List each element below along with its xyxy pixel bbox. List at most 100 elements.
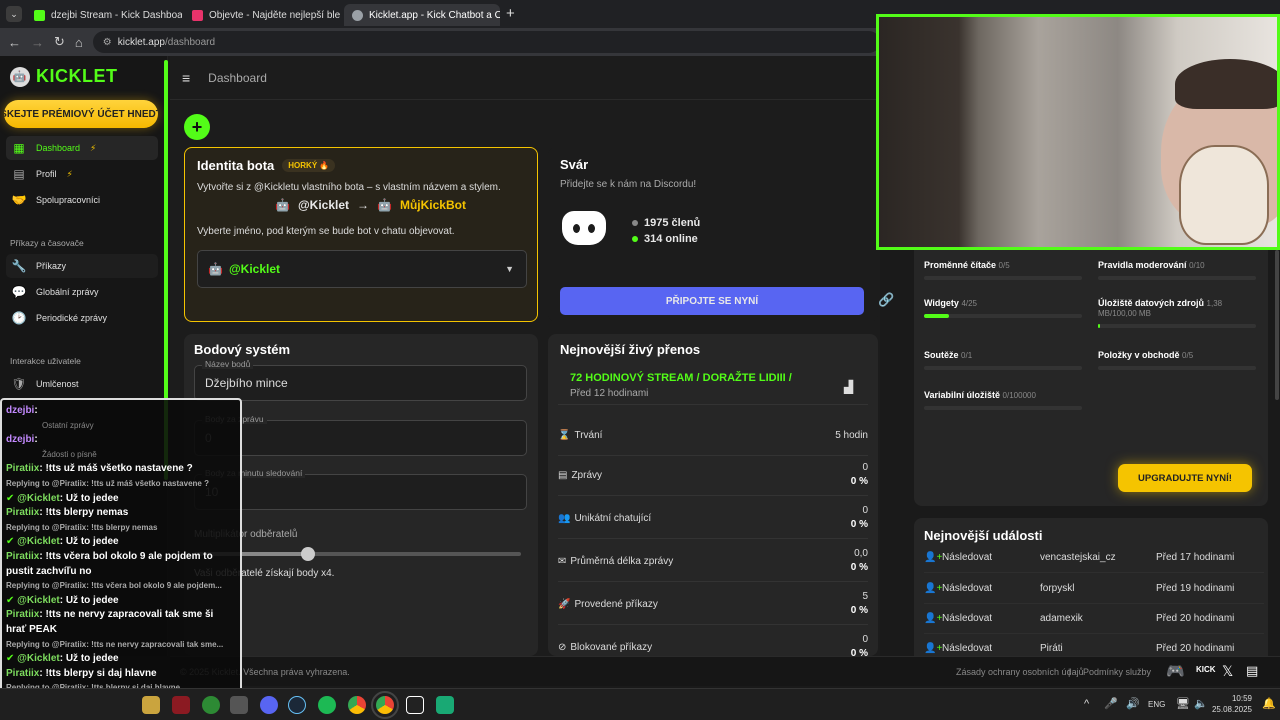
quota-item: Úložiště datových zdrojů 1,38 MB/100,00 … <box>1098 298 1256 328</box>
app-green-icon[interactable] <box>436 696 454 714</box>
blocked-icon: ⊘ <box>558 642 567 653</box>
event-user: forpyskl <box>1040 583 1075 594</box>
chat-username[interactable]: @Kicklet <box>17 536 60 547</box>
tab-kicklet[interactable]: Kicklet.app - Kick Chatbot a Ov ✕ <box>344 4 500 26</box>
chrome-active-icon[interactable] <box>371 691 399 719</box>
document-icon[interactable]: ▤ <box>1246 663 1258 679</box>
home-icon[interactable]: ⌂ <box>75 35 83 50</box>
sidebar-item-globalni-zpravy[interactable]: 💬 Globální zprávy <box>6 280 158 304</box>
kicklet-logo[interactable]: 🤖 KICKLET <box>10 66 118 87</box>
clock-date[interactable]: 25.08.2025 <box>1208 704 1252 715</box>
premium-banner-button[interactable]: SKEJTE PRÉMIOVÝ ÚČET HNEDT <box>4 100 158 128</box>
privacy-link[interactable]: Zásady ochrany osobních údajů <box>956 667 1084 677</box>
file-explorer-icon[interactable] <box>142 696 160 714</box>
back-arrow-icon[interactable]: ← <box>8 35 21 50</box>
xbox-icon[interactable] <box>202 696 220 714</box>
menu-toggle-icon[interactable]: ≡ <box>182 70 190 86</box>
kick-icon[interactable]: KICK <box>1196 665 1216 674</box>
upgrade-button-label: UPGRADUJTE NYNÍ! <box>1138 472 1232 484</box>
chat-username[interactable]: Piratiix <box>6 668 39 679</box>
sidebar-item-profil[interactable]: ▤ Profil ⚡ <box>6 162 158 186</box>
discord-icon[interactable]: 🎮 <box>1166 662 1185 680</box>
volume-icon[interactable]: 🔊 <box>1126 697 1140 710</box>
event-type: Následovat <box>942 583 993 594</box>
sidebar-item-dashboard[interactable]: ▦ Dashboard ⚡ <box>6 136 158 160</box>
quotas-card: Proměnné čítače 0/5 Pravidla moderování 0… <box>914 250 1268 506</box>
quota-label: Proměnné čítače <box>924 260 997 270</box>
link-icon[interactable]: 🔗 <box>878 292 894 308</box>
gorilla-mascot-icon <box>1179 145 1269 245</box>
tray-chevron-icon[interactable]: ^ <box>1084 698 1089 710</box>
sidebar-item-spolupracovnici[interactable]: 🤝 Spolupracovníci <box>6 188 158 212</box>
points-per-message-input[interactable]: 0 <box>194 420 527 456</box>
scroll-indicator[interactable] <box>1275 250 1279 400</box>
stat-percent: 0 % <box>850 562 868 573</box>
sidebar-item-label: Globální zprávy <box>36 287 99 297</box>
sidebar-item-label: Profil <box>36 169 57 179</box>
bot-name-to: MůjKickBot <box>399 198 466 212</box>
bot-name-from: @Kicklet <box>297 198 350 212</box>
upgrade-button[interactable]: UPGRADUJTE NYNÍ! <box>1118 464 1252 492</box>
reload-icon[interactable]: ↻ <box>54 34 65 50</box>
stat-row: 🚀 Provedené příkazy 5 0 % <box>558 585 868 625</box>
chat-username[interactable]: dzejbi <box>6 434 34 445</box>
event-user: Piráti <box>1040 643 1063 654</box>
bot-name-select[interactable]: 🤖 @Kicklet ▼ <box>197 250 527 288</box>
app-red-icon[interactable] <box>172 696 190 714</box>
chat-text: Žádosti o písně <box>42 449 97 459</box>
quota-progress-fill <box>1098 324 1101 328</box>
wrench-icon: 🔧 <box>11 259 27 273</box>
chat-username[interactable]: dzejbi <box>6 405 34 416</box>
chat-username[interactable]: Piratiix <box>6 463 39 474</box>
tab-kick-dashboard[interactable]: dzejbi Stream - Kick Dashboard ✕ <box>26 4 182 26</box>
network-icon[interactable]: 🖥 <box>1176 697 1190 710</box>
new-tab-plus-icon[interactable]: + <box>506 5 515 22</box>
discord-taskbar-icon[interactable] <box>260 696 278 714</box>
multiplier-slider-handle[interactable] <box>301 547 316 561</box>
steam-icon[interactable] <box>288 696 306 714</box>
terms-link[interactable]: Podmínky služby <box>1083 667 1151 677</box>
identity-hint: Vyberte jméno, pod kterým se bude bot v … <box>197 226 455 237</box>
browser-toolbar: ← → ↻ ⌂ ⚙ kicklet.app/dashboard <box>0 28 880 56</box>
sidebar-item-prikazy[interactable]: 🔧 Příkazy <box>6 254 158 278</box>
sidebar-item-umlcenost[interactable]: 🛡 Umlčenost <box>6 372 158 396</box>
sidebar-item-periodicke-zpravy[interactable]: 🕑 Periodické zprávy <box>6 306 158 330</box>
speaker-icon[interactable]: 🔈 <box>1194 697 1208 710</box>
chat-username[interactable]: Piratiix <box>6 551 39 562</box>
chat-username[interactable]: @Kicklet <box>17 653 60 664</box>
audio-app-icon[interactable] <box>406 696 424 714</box>
chat-username[interactable]: Piratiix <box>6 507 39 518</box>
app-window-icon[interactable] <box>230 696 248 714</box>
chat-message: Replying to @Piratiix: !tts včera bol ok… <box>6 579 222 593</box>
stats-icon[interactable]: ▟ <box>844 380 853 394</box>
add-widget-button[interactable]: + <box>184 114 210 140</box>
event-type: Následovat <box>942 643 993 654</box>
chrome-icon[interactable] <box>348 696 366 714</box>
chat-username[interactable]: Piratiix <box>6 609 39 620</box>
spotify-icon[interactable] <box>318 696 336 714</box>
tab-blerp[interactable]: Objevte - Najděte nejlepší blerp ✕ <box>184 4 340 26</box>
bot-verified-icon: ✔ <box>6 594 18 606</box>
join-discord-button[interactable]: PŘIPOJTE SE NYNÍ <box>560 287 864 315</box>
address-input[interactable]: ⚙ kicklet.app/dashboard <box>92 31 880 53</box>
bot-name-select-value: @Kicklet <box>228 262 281 276</box>
chat-username[interactable]: @Kicklet <box>17 493 60 504</box>
discord-online: 314 online <box>644 233 698 245</box>
bot-verified-icon: ✔ <box>6 492 18 504</box>
multiplier-slider[interactable] <box>194 547 521 561</box>
points-name-label: Název bodů <box>202 359 254 369</box>
clock-time[interactable]: 10:59 <box>1208 693 1252 704</box>
points-per-minute-input[interactable]: 10 <box>194 474 527 510</box>
language-indicator[interactable]: ENG <box>1148 700 1165 709</box>
chat-username[interactable]: @Kicklet <box>17 595 60 606</box>
points-name-input[interactable]: Džejbího mince <box>194 365 527 401</box>
x-twitter-icon[interactable]: 𝕏 <box>1222 663 1233 680</box>
envelope-icon: ✉ <box>558 556 567 567</box>
tab-title: dzejbi Stream - Kick Dashboard <box>51 9 182 21</box>
notification-bell-icon[interactable]: 🔔 <box>1262 697 1276 710</box>
microphone-icon[interactable]: 🎤 <box>1104 697 1118 710</box>
forward-arrow-icon[interactable]: → <box>31 35 44 50</box>
chat-message: Piratiix: !tts včera bol okolo 9 ale poj… <box>6 551 213 562</box>
tab-list-chevron-icon[interactable]: ⌄ <box>6 6 22 22</box>
site-info-icon[interactable]: ⚙ <box>103 37 112 48</box>
